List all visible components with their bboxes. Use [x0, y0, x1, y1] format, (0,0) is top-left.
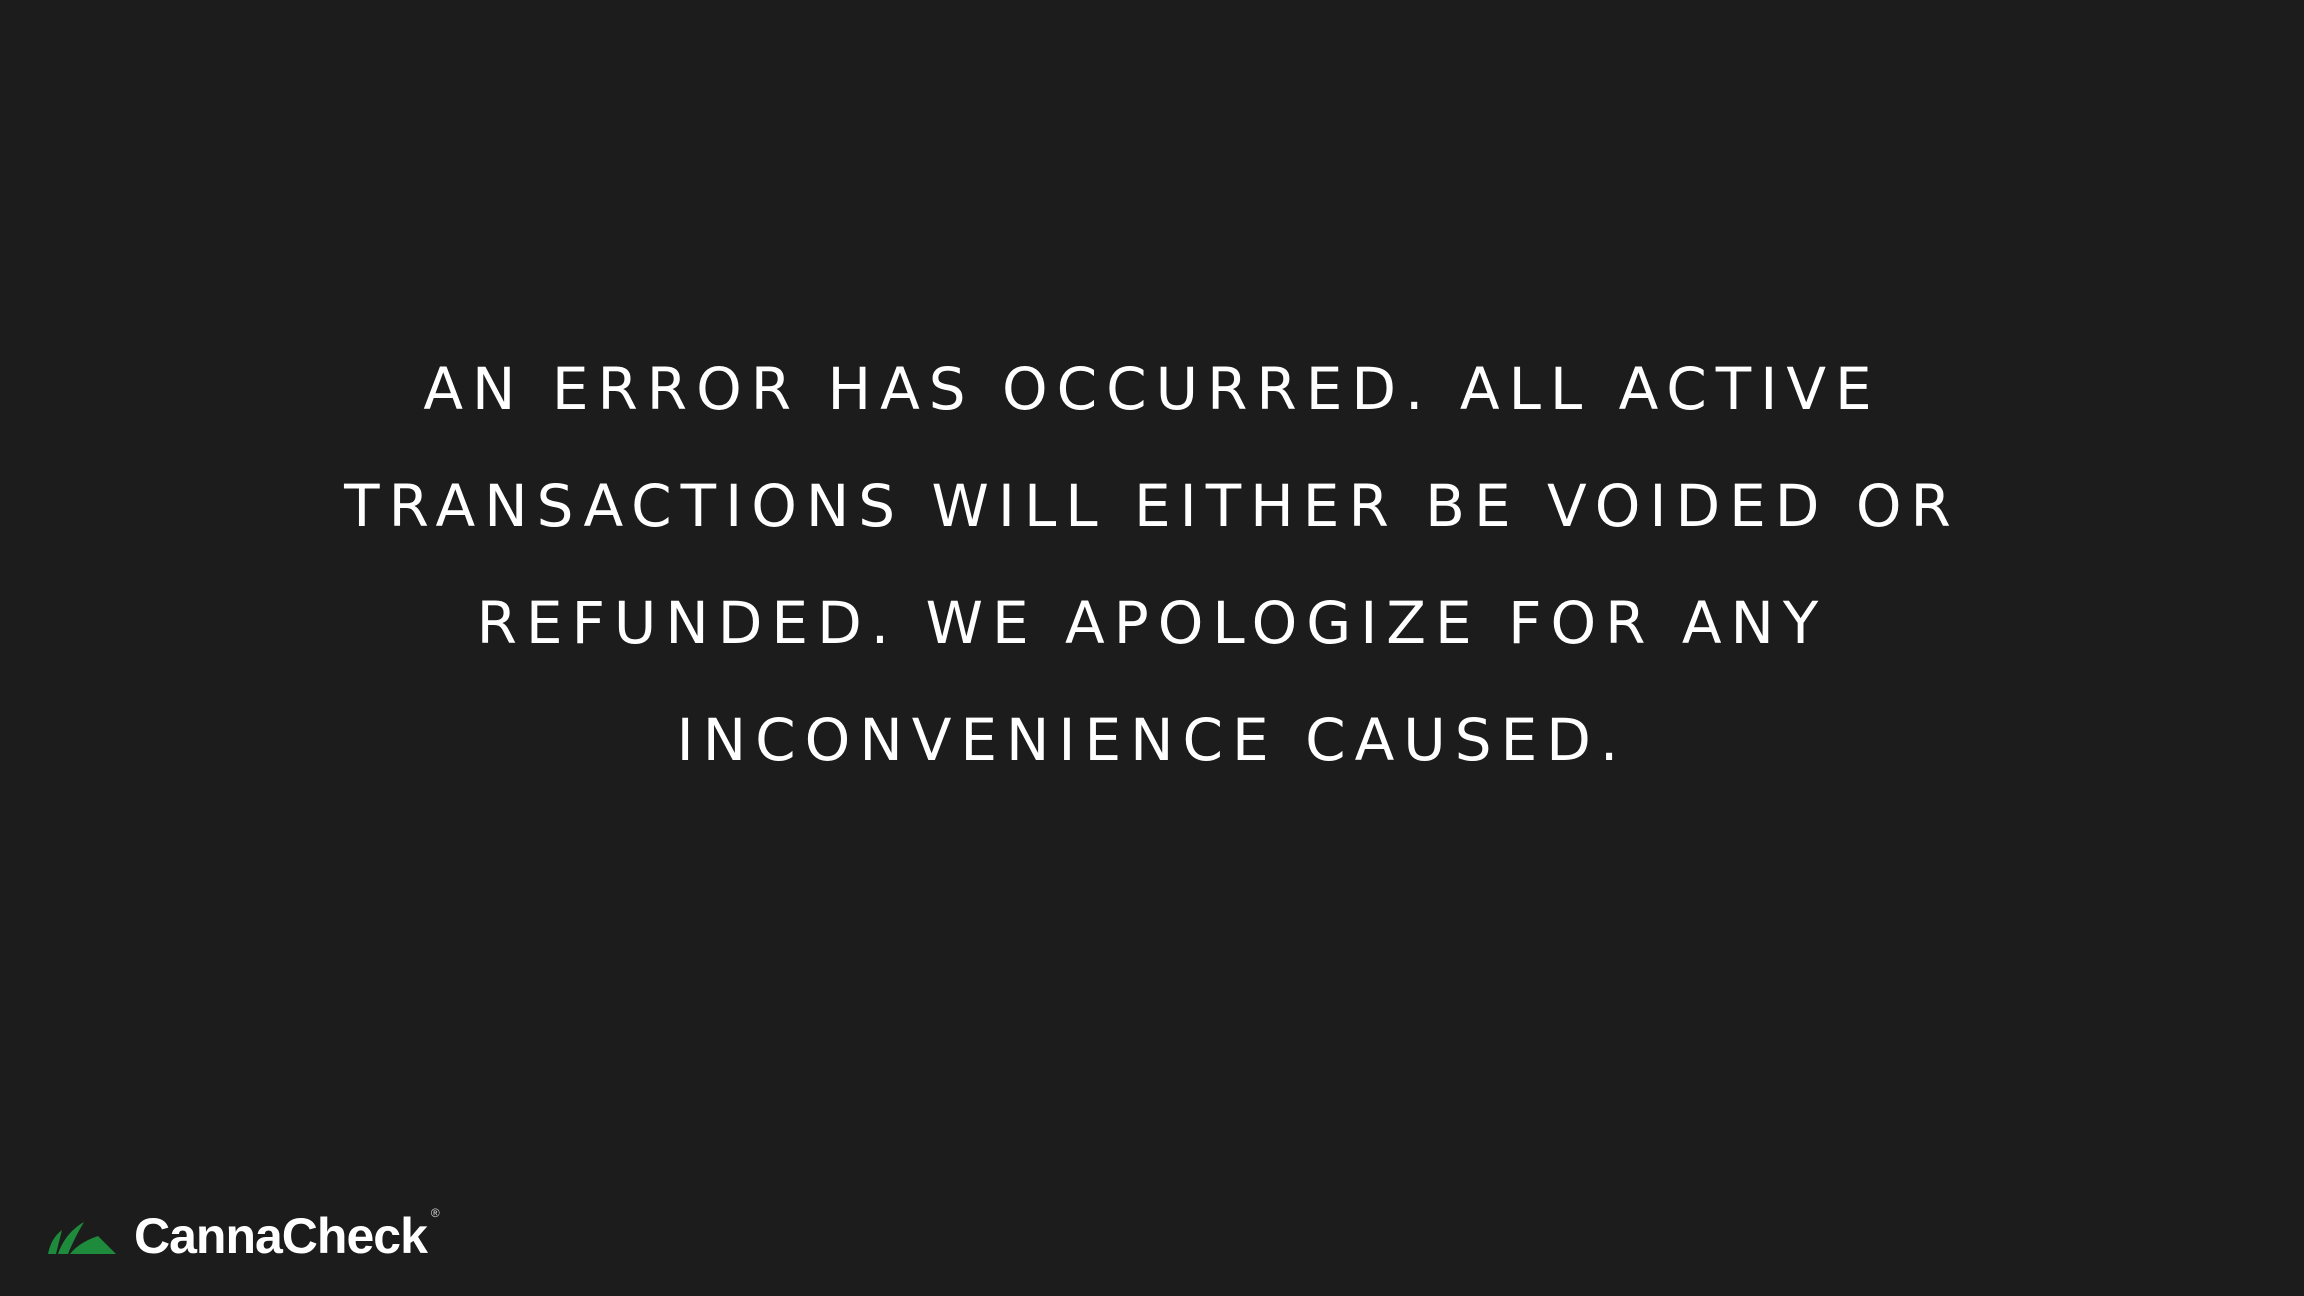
error-message-line: TRANSACTIONS WILL EITHER BE VOIDED OR [344, 472, 1960, 540]
error-message-line: INCONVENIENCE CAUSED. [676, 706, 1628, 774]
error-message-line: REFUNDED. WE APOLOGIZE FOR ANY [476, 589, 1828, 657]
brand-name: CannaCheck [134, 1208, 428, 1264]
brand-logo: CannaCheck ® [46, 1206, 440, 1266]
leaf-icon [48, 1222, 116, 1254]
error-screen: AN ERROR HAS OCCURRED. ALL ACTIVE TRANSA… [0, 0, 2304, 1296]
error-message: AN ERROR HAS OCCURRED. ALL ACTIVE TRANSA… [250, 331, 2054, 799]
error-message-line: AN ERROR HAS OCCURRED. ALL ACTIVE [423, 355, 1881, 423]
registered-mark: ® [430, 1206, 440, 1220]
